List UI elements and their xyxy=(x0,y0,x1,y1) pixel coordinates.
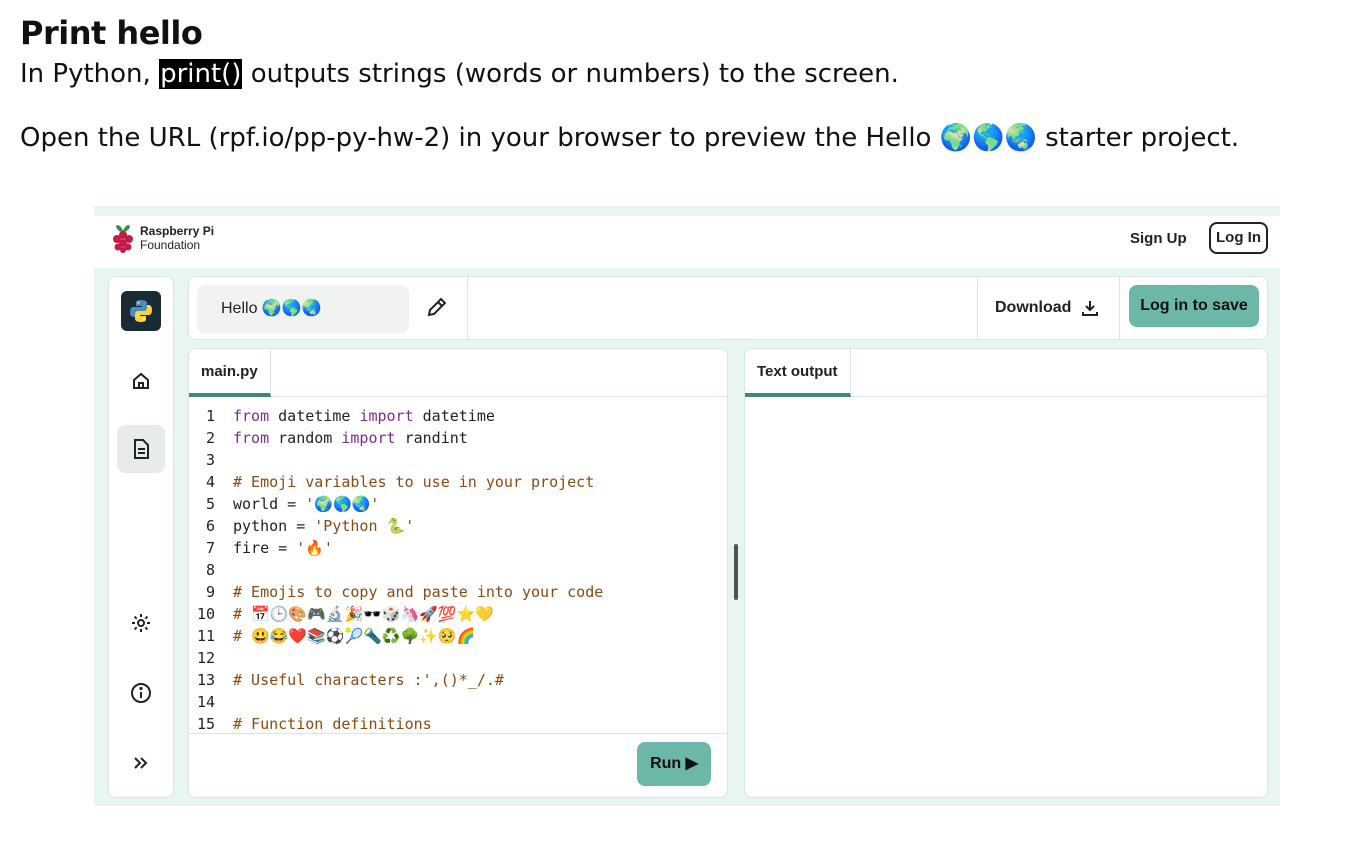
brand-line1: Raspberry Pi xyxy=(140,224,215,238)
line-number: 14 xyxy=(196,693,215,711)
download-icon xyxy=(1082,301,1099,316)
line-code: from datetime import datetime xyxy=(233,407,495,425)
code-line: 9 # Emojis to copy and paste into your co… xyxy=(189,581,727,603)
site-header: Raspberry Pi Foundation Sign Up Log In xyxy=(94,216,1280,268)
download-button[interactable]: Download xyxy=(995,277,1099,339)
tab-text-output[interactable]: Text output xyxy=(745,349,851,397)
code-line: 6 python = 'Python 🐍' xyxy=(189,515,727,537)
code-line: 15 # Function definitions xyxy=(189,713,727,735)
line-code: # Emojis to copy and paste into your cod… xyxy=(233,583,604,601)
brand-name: Raspberry Pi Foundation xyxy=(140,224,214,252)
line-code: fire = '🔥' xyxy=(233,539,333,557)
divider xyxy=(1119,277,1120,339)
line-number: 10 xyxy=(196,605,215,623)
line-number: 7 xyxy=(205,539,215,557)
code-line: 13 # Useful characters :',()*_/.# xyxy=(189,669,727,691)
instruction-text: Open the URL (rpf.io/pp-py-hw-2) in your… xyxy=(20,123,1240,153)
code-editor-panel: main.py 1 from datetime import datetime 2 f… xyxy=(188,348,728,798)
code-line: 11 # 😃😂❤️📚⚽🎾🔦♻️🌳✨🥺🌈 xyxy=(189,625,727,647)
home-button[interactable] xyxy=(121,361,161,401)
pencil-icon xyxy=(427,297,447,317)
brand-line2: Foundation xyxy=(140,238,201,252)
panel-resize-handle[interactable] xyxy=(734,544,738,600)
editor-screenshot: Raspberry Pi Foundation Sign Up Log In H… xyxy=(94,206,1280,806)
line-code: # Useful characters :',()*_/.# xyxy=(233,671,504,689)
code-line: 10 # 📅🕒🎨🎮🔬🎉🕶️🎲🦄🚀💯⭐💛 xyxy=(189,603,727,625)
line-code: # Function definitions xyxy=(233,715,432,733)
editor-tabstrip: main.py xyxy=(189,349,727,397)
log-in-to-save-button[interactable]: Log in to save xyxy=(1129,285,1259,327)
info-icon xyxy=(131,683,151,703)
home-icon xyxy=(133,372,149,389)
tab-main-py[interactable]: main.py xyxy=(189,349,271,397)
divider xyxy=(977,277,978,339)
output-tabstrip: Text output xyxy=(745,349,1267,397)
line-number: 15 xyxy=(196,715,215,733)
line-number: 13 xyxy=(196,671,215,689)
sidebar xyxy=(108,276,174,798)
gear-icon xyxy=(132,614,150,632)
expand-sidebar-button[interactable] xyxy=(121,743,161,783)
line-code: # Emoji variables to use in your project xyxy=(233,473,595,491)
intro-after: outputs strings (words or numbers) to th… xyxy=(242,59,899,89)
line-number: 11 xyxy=(196,627,215,645)
rename-button[interactable] xyxy=(425,295,453,323)
run-label: Run xyxy=(650,755,682,772)
download-label: Download xyxy=(995,299,1072,316)
line-number: 8 xyxy=(205,561,215,579)
line-code: # 📅🕒🎨🎮🔬🎉🕶️🎲🦄🚀💯⭐💛 xyxy=(233,605,494,623)
intro-text: In Python, print() outputs strings (word… xyxy=(20,56,899,92)
sign-up-link[interactable]: Sign Up xyxy=(1130,230,1187,247)
line-number: 2 xyxy=(205,429,215,447)
log-in-button[interactable]: Log In xyxy=(1209,222,1268,254)
line-number: 5 xyxy=(205,495,215,513)
play-icon: ▶ xyxy=(685,755,698,772)
line-code: python = 'Python 🐍' xyxy=(233,517,415,535)
code-line: 14 xyxy=(189,691,727,713)
code-line: 7 fire = '🔥' xyxy=(189,537,727,559)
code-line: 1 from datetime import datetime xyxy=(189,405,727,427)
divider xyxy=(467,277,468,339)
line-code: # 😃😂❤️📚⚽🎾🔦♻️🌳✨🥺🌈 xyxy=(233,627,476,645)
page-title: Print hello xyxy=(20,14,203,52)
line-number: 4 xyxy=(205,473,215,491)
line-number: 9 xyxy=(205,583,215,601)
code-area[interactable]: 1 from datetime import datetime 2 from rand… xyxy=(189,405,727,735)
output-panel: Text output xyxy=(744,348,1268,798)
line-number: 12 xyxy=(196,649,215,667)
line-number: 1 xyxy=(205,407,215,425)
line-number: 6 xyxy=(205,517,215,535)
code-line: 8 xyxy=(189,559,727,581)
project-bar: Hello 🌍🌎🌏 Download Log in to save xyxy=(188,276,1268,340)
settings-button[interactable] xyxy=(121,603,161,643)
info-button[interactable] xyxy=(121,673,161,713)
files-button[interactable] xyxy=(117,425,165,473)
file-icon xyxy=(134,439,149,459)
code-line: 4 # Emoji variables to use in your projec… xyxy=(189,471,727,493)
run-button[interactable]: Run ▶ xyxy=(637,742,711,786)
line-number: 3 xyxy=(205,451,215,469)
code-line: 5 world = '🌍🌎🌏' xyxy=(189,493,727,515)
code-line: 3 xyxy=(189,449,727,471)
project-name[interactable]: Hello 🌍🌎🌏 xyxy=(197,285,409,333)
raspberry-pi-logo-icon xyxy=(113,225,133,253)
intro-before: In Python, xyxy=(20,59,160,89)
code-line: 2 from random import randint xyxy=(189,427,727,449)
line-code: world = '🌍🌎🌏' xyxy=(233,495,380,513)
double-chevron-right-icon xyxy=(134,757,148,769)
run-bar: Run ▶ xyxy=(189,733,727,797)
print-code-highlight: print() xyxy=(159,59,243,89)
python-logo-icon xyxy=(121,291,161,331)
code-line: 12 xyxy=(189,647,727,669)
line-code: from random import randint xyxy=(233,429,468,447)
